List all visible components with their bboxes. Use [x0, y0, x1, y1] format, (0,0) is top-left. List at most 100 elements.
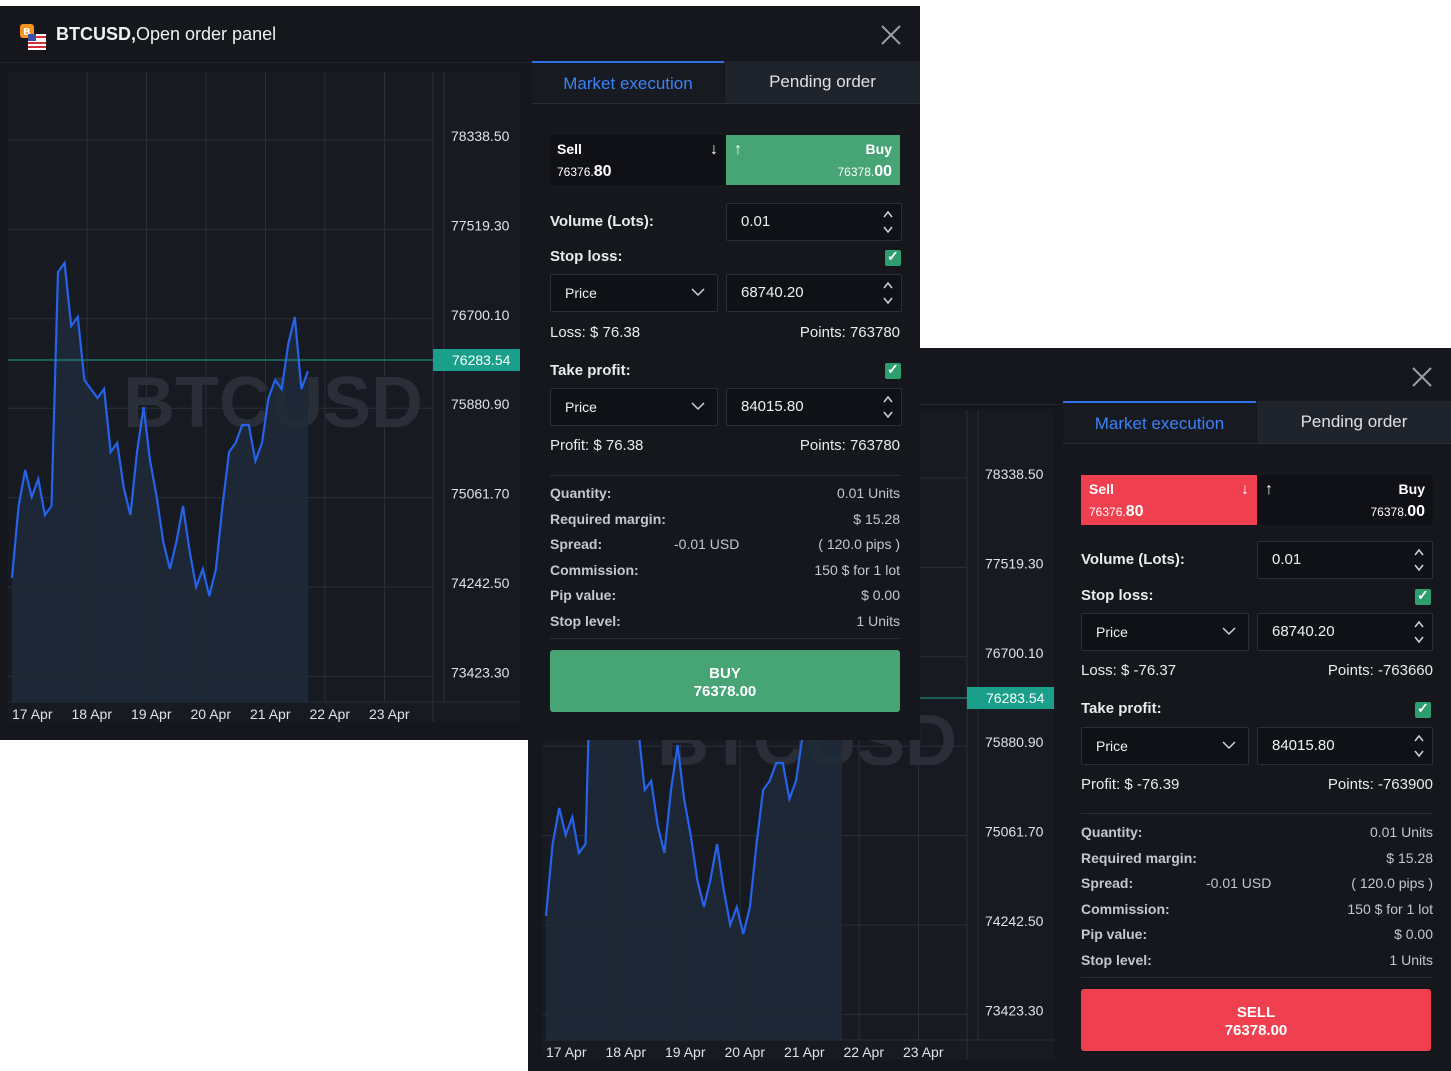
volume-value: 0.01: [741, 213, 771, 230]
divider: [550, 475, 900, 476]
order-form: Market execution Pending order Sell ↓ 76…: [532, 61, 920, 740]
detail-commission: Commission: 150 $ for 1 lot: [550, 562, 900, 578]
take-profit-input[interactable]: 84015.80: [1257, 727, 1433, 765]
volume-input[interactable]: 0.01: [726, 203, 902, 241]
panel-titlebar: B BTCUSD,Open order panel: [0, 6, 920, 63]
take-profit-mode-select[interactable]: Price: [550, 388, 718, 426]
take-profit-points: Points: 763780: [799, 437, 900, 454]
detail-required-margin: Required margin: $ 15.28: [1081, 850, 1433, 866]
take-profit-stepper-icon[interactable]: [1414, 732, 1424, 760]
arrow-up-icon: ↑: [734, 141, 742, 158]
x-tick-label: 21 Apr: [250, 706, 291, 722]
stop-loss-value: 68740.20: [741, 284, 804, 301]
detail-stop-level: Stop level: 1 Units: [1081, 952, 1433, 968]
sell-side-button[interactable]: Sell ↓ 76376.80: [1081, 475, 1257, 525]
y-tick-label: 76700.10: [985, 645, 1044, 661]
take-profit-checkbox[interactable]: ✓: [885, 361, 901, 379]
tab-market-execution[interactable]: Market execution: [532, 61, 724, 103]
buy-label: Buy: [1398, 481, 1425, 497]
y-tick-label: 73423.30: [451, 664, 510, 680]
y-tick-label: 75880.90: [451, 396, 510, 412]
arrow-down-icon: ↓: [1241, 481, 1249, 498]
stop-loss-mode-select[interactable]: Price: [550, 274, 718, 312]
stop-loss-input[interactable]: 68740.20: [726, 274, 902, 312]
stop-loss-label: Stop loss:: [550, 248, 623, 265]
volume-value: 0.01: [1272, 551, 1302, 568]
x-tick-label: 19 Apr: [131, 706, 172, 722]
y-tick-label: 74242.50: [985, 913, 1044, 929]
tab-pending-order[interactable]: Pending order: [1257, 401, 1451, 443]
checkmark-icon: ✓: [1417, 700, 1429, 716]
stop-loss-mode-value: Price: [565, 285, 597, 301]
y-tick-label: 77519.30: [451, 217, 510, 233]
volume-stepper-icon[interactable]: [1414, 546, 1424, 574]
buy-price: 76378.00: [837, 163, 893, 180]
arrow-down-icon: ↓: [710, 141, 718, 158]
order-tabs: Market execution Pending order: [1063, 401, 1451, 444]
x-tick-label: 21 Apr: [784, 1044, 825, 1060]
tab-market-execution[interactable]: Market execution: [1063, 401, 1256, 443]
take-profit-result: Profit: $ -76.39: [1081, 776, 1180, 793]
detail-quantity: Quantity: 0.01 Units: [1081, 824, 1433, 840]
x-tick-label: 17 Apr: [546, 1044, 587, 1060]
stop-loss-stepper-icon[interactable]: [1414, 618, 1424, 646]
x-tick-label: 20 Apr: [191, 706, 232, 722]
detail-spread: Spread: -0.01 USD( 120.0 pips ): [550, 536, 900, 552]
stop-loss-mode-select[interactable]: Price: [1081, 613, 1249, 651]
price-chart[interactable]: 17 Apr 18 Apr 19 Apr 20 Apr 21 Apr 22 Apr 23 A…: [8, 72, 520, 722]
sell-side-button[interactable]: Sell ↓ 76376.80: [550, 135, 726, 185]
detail-pip-value: Pip value: $ 0.00: [1081, 926, 1433, 942]
stop-loss-value: 68740.20: [1272, 623, 1335, 640]
y-tick-label: 75061.70: [985, 824, 1044, 840]
detail-commission: Commission: 150 $ for 1 lot: [1081, 901, 1433, 917]
volume-stepper-icon[interactable]: [883, 208, 893, 236]
buy-side-button[interactable]: ↑ Buy 76378.00: [726, 135, 900, 185]
y-tick-label: 74242.50: [451, 575, 510, 591]
close-icon[interactable]: [880, 24, 902, 46]
close-icon[interactable]: [1411, 366, 1433, 388]
stop-loss-stepper-icon[interactable]: [883, 279, 893, 307]
take-profit-stepper-icon[interactable]: [883, 393, 893, 421]
sell-submit-button[interactable]: SELL 76378.00: [1081, 989, 1431, 1051]
divider: [1081, 813, 1433, 814]
order-form: Market execution Pending order Sell ↓ 76…: [1063, 401, 1451, 1071]
take-profit-mode-select[interactable]: Price: [1081, 727, 1249, 765]
x-tick-label: 18 Apr: [72, 706, 113, 722]
detail-quantity: Quantity: 0.01 Units: [550, 485, 900, 501]
stop-loss-checkbox[interactable]: ✓: [885, 248, 901, 266]
checkmark-icon: ✓: [1417, 587, 1429, 603]
tab-pending-order[interactable]: Pending order: [725, 61, 920, 103]
chevron-down-icon: [1222, 741, 1236, 750]
arrow-up-icon: ↑: [1265, 481, 1273, 498]
y-tick-label: 73423.30: [985, 1002, 1044, 1018]
stop-loss-checkbox[interactable]: ✓: [1415, 587, 1431, 605]
x-tick-label: 19 Apr: [665, 1044, 706, 1060]
checkmark-icon: ✓: [887, 248, 899, 264]
bitcoin-usd-flag-icon: B: [20, 24, 46, 50]
take-profit-value: 84015.80: [741, 398, 804, 415]
stop-loss-result: Loss: $ 76.38: [550, 324, 641, 341]
stop-loss-label: Stop loss:: [1081, 587, 1154, 604]
buy-label: Buy: [865, 141, 892, 157]
x-tick-label: 17 Apr: [12, 706, 53, 722]
y-tick-label: 77519.30: [985, 555, 1044, 571]
y-tick-label: 78338.50: [451, 128, 510, 144]
checkmark-icon: ✓: [887, 361, 899, 377]
take-profit-value: 84015.80: [1272, 737, 1335, 754]
take-profit-input[interactable]: 84015.80: [726, 388, 902, 426]
buy-submit-button[interactable]: BUY 76378.00: [550, 650, 900, 712]
current-price-label: 76283.54: [452, 352, 511, 368]
order-panel-buy: B BTCUSD,Open order panel 17 Apr 18 Apr 19…: [0, 6, 920, 740]
buy-side-button[interactable]: ↑ Buy 76378.00: [1257, 475, 1433, 525]
x-tick-label: 23 Apr: [369, 706, 410, 722]
detail-spread: Spread: -0.01 USD( 120.0 pips ): [1081, 875, 1433, 891]
take-profit-mode-value: Price: [1096, 738, 1128, 754]
y-tick-label: 75061.70: [451, 486, 510, 502]
take-profit-label: Take profit:: [550, 362, 631, 379]
sell-price: 76376.80: [1089, 503, 1144, 520]
stop-loss-input[interactable]: 68740.20: [1257, 613, 1433, 651]
order-tabs: Market execution Pending order: [532, 61, 920, 104]
take-profit-checkbox[interactable]: ✓: [1415, 700, 1431, 718]
volume-input[interactable]: 0.01: [1257, 541, 1433, 579]
y-tick-label: 76700.10: [451, 307, 510, 323]
